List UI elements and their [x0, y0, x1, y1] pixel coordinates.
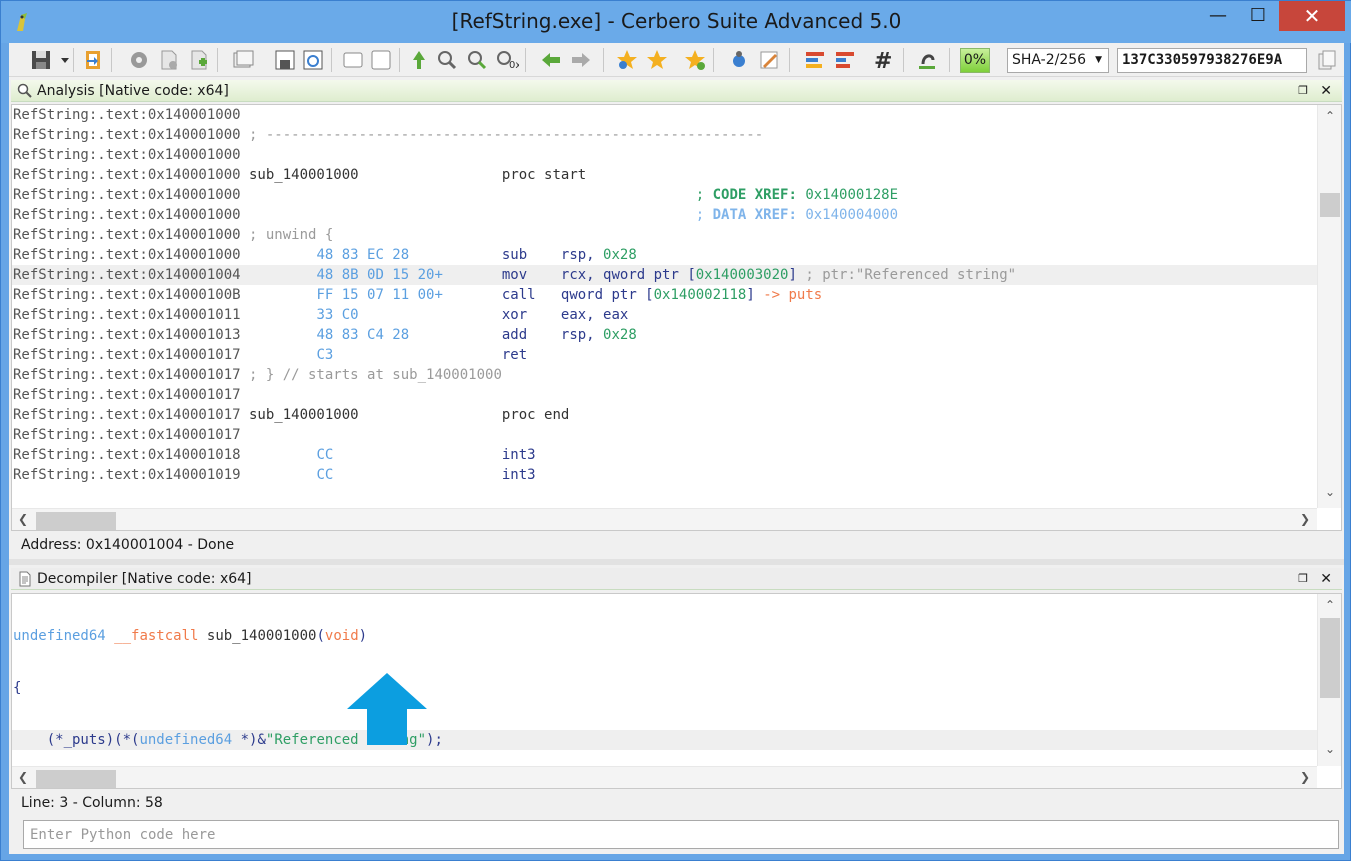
progress-indicator: 0% [960, 48, 990, 73]
disassembly-line[interactable]: RefString:.text:0x140001011 33 C0 xor ea… [12, 305, 1317, 325]
decompiler-panel-title: Decompiler [Native code: x64] [37, 571, 252, 587]
export-icon[interactable] [81, 48, 105, 72]
forward-arrow-icon[interactable] [569, 48, 593, 72]
disassembly-line[interactable]: RefString:.text:0x140001017 C3 ret [12, 345, 1317, 365]
disassembly-line[interactable]: RefString:.text:0x140001013 48 83 C4 28 … [12, 325, 1317, 345]
disassembly-line-current[interactable]: RefString:.text:0x140001004 48 8B 0D 15 … [12, 265, 1317, 285]
disassembly-line[interactable]: RefString:.text:0x140001018 CC int3 [12, 445, 1317, 465]
chart-bars-icon[interactable] [803, 48, 827, 72]
hook-icon[interactable] [915, 48, 939, 72]
hex-search-icon[interactable]: 0x [495, 48, 521, 72]
code-line-current: (*_puts)(*(undefined64 *)&"Referenced st… [12, 730, 1317, 750]
magnifier-icon [17, 83, 32, 98]
disassembly-line[interactable]: RefString:.text:0x140001000 ; CODE XREF:… [12, 185, 1317, 205]
scroll-down-icon[interactable]: ⌄ [1318, 742, 1341, 756]
title-bar[interactable]: [RefString.exe] - Cerbero Suite Advanced… [1, 1, 1351, 43]
save-dropdown-icon[interactable] [53, 48, 69, 72]
main-window: [RefString.exe] - Cerbero Suite Advanced… [0, 0, 1351, 861]
close-panel-icon[interactable]: ✕ [1320, 80, 1332, 102]
disassembly-vscrollbar[interactable]: ⌃ ⌄ [1317, 105, 1341, 508]
disassembly-line[interactable]: RefString:.text:0x140001000 sub_14000100… [12, 165, 1317, 185]
disassembly-listing[interactable]: RefString:.text:0x140001000 RefString:.te… [12, 105, 1317, 485]
close-panel-icon[interactable]: ✕ [1320, 568, 1332, 590]
window-title: [RefString.exe] - Cerbero Suite Advanced… [451, 9, 902, 33]
layout-full-icon[interactable] [369, 48, 393, 72]
analysis-panel-header: Analysis [Native code: x64] ❐ ✕ [11, 80, 1342, 102]
back-arrow-icon[interactable] [539, 48, 563, 72]
copy-icon[interactable] [1315, 48, 1339, 72]
disassembly-hscrollbar[interactable]: ❮ ❯ [12, 508, 1317, 530]
search-icon[interactable] [435, 48, 459, 72]
go-to-icon[interactable] [407, 48, 431, 72]
decompiler-panel-header: Decompiler [Native code: x64] ❐ ✕ [11, 568, 1342, 590]
scroll-up-icon[interactable]: ⌃ [1318, 598, 1341, 612]
scroll-down-icon[interactable]: ⌄ [1318, 485, 1341, 499]
decompiler-status: Line: 3 - Column: 58 [11, 791, 1342, 815]
scroll-thumb[interactable] [36, 770, 116, 788]
disassembly-line[interactable]: RefString:.text:0x14000100B FF 15 07 11 … [12, 285, 1317, 305]
bookmark-next-icon[interactable] [683, 48, 707, 72]
refresh-workspace-icon[interactable] [301, 48, 325, 72]
chevron-down-icon: ▼ [1095, 55, 1102, 65]
bookmark-add-icon[interactable] [615, 48, 639, 72]
disassembly-line[interactable]: RefString:.text:0x140001017 sub_14000100… [12, 405, 1317, 425]
hash-value-field[interactable]: 137C330597938276E9A [1117, 48, 1307, 73]
up-arrow-annotation-icon [347, 673, 427, 745]
decompiler-hscrollbar[interactable]: ❮ ❯ [12, 766, 1317, 788]
toolbar: 0x # 0% SHA-2/256 ▼ 137C330597938276E9A [9, 43, 1344, 77]
scroll-up-icon[interactable]: ⌃ [1318, 109, 1341, 123]
decompiler-vscrollbar[interactable]: ⌃ ⌄ [1317, 594, 1341, 766]
svg-text:#: # [874, 49, 892, 72]
disassembly-line[interactable]: RefString:.text:0x140001000 48 83 EC 28 … [12, 245, 1317, 265]
python-console-input[interactable] [23, 820, 1339, 849]
disassembly-line[interactable]: RefString:.text:0x140001017 [12, 385, 1317, 405]
disassembly-line[interactable]: RefString:.text:0x140001000 ; unwind { [12, 225, 1317, 245]
save-icon[interactable] [29, 48, 53, 72]
hash-algorithm-select[interactable]: SHA-2/256 ▼ [1007, 48, 1109, 73]
scroll-thumb[interactable] [1320, 618, 1340, 698]
scroll-thumb[interactable] [1320, 193, 1340, 217]
close-button[interactable]: ✕ [1279, 1, 1345, 31]
disassembly-line[interactable]: RefString:.text:0x140001019 CC int3 [12, 465, 1317, 485]
analysis-panel-title: Analysis [Native code: x64] [37, 83, 229, 99]
disassembly-line[interactable]: RefString:.text:0x140001017 ; } // start… [12, 365, 1317, 385]
bug-icon[interactable] [727, 48, 751, 72]
new-file-icon[interactable] [157, 48, 181, 72]
scroll-right-icon[interactable]: ❯ [1300, 770, 1310, 784]
disassembly-line[interactable]: RefString:.text:0x140001000 ; ----------… [12, 125, 1317, 145]
minimize-button[interactable]: — [1201, 1, 1235, 31]
disassembly-view[interactable]: RefString:.text:0x140001000 RefString:.te… [11, 104, 1342, 531]
disassembly-line[interactable]: RefString:.text:0x140001000 ; DATA XREF:… [12, 205, 1317, 225]
decompiled-code[interactable]: undefined64 __fastcall sub_140001000(voi… [12, 594, 1317, 788]
restore-panel-icon[interactable]: ❐ [1298, 80, 1308, 102]
disassembly-line[interactable]: RefString:.text:0x140001017 [12, 425, 1317, 445]
analysis-status: Address: 0x140001004 - Done [11, 533, 1342, 557]
scroll-right-icon[interactable]: ❯ [1300, 512, 1310, 526]
settings-gear-icon[interactable] [127, 48, 151, 72]
client-area: 0x # 0% SHA-2/256▼ 137C330597938276E9A [9, 43, 1344, 854]
layout-single-icon[interactable] [341, 48, 365, 72]
code-line: { [13, 680, 22, 696]
chart-bars-alt-icon[interactable] [833, 48, 857, 72]
windows-icon[interactable] [231, 48, 255, 72]
restore-panel-icon[interactable]: ❐ [1298, 568, 1308, 590]
document-icon [19, 571, 31, 587]
scroll-thumb[interactable] [36, 512, 116, 530]
add-file-icon[interactable] [187, 48, 211, 72]
decompiler-view[interactable]: undefined64 __fastcall sub_140001000(voi… [11, 593, 1342, 789]
scroll-left-icon[interactable]: ❮ [18, 770, 28, 784]
disassembly-line[interactable]: RefString:.text:0x140001000 [12, 105, 1317, 125]
bookmark-star-icon[interactable] [645, 48, 669, 72]
hash-icon[interactable]: # [871, 48, 895, 74]
maximize-button[interactable]: ☐ [1241, 1, 1275, 31]
code-line: undefined64 __fastcall sub_140001000(voi… [13, 628, 368, 644]
search-next-icon[interactable] [465, 48, 489, 72]
edit-pencil-icon[interactable] [757, 48, 781, 72]
save-workspace-icon[interactable] [273, 48, 297, 72]
scroll-left-icon[interactable]: ❮ [18, 512, 28, 526]
disassembly-line[interactable]: RefString:.text:0x140001000 [12, 145, 1317, 165]
svg-text:0x: 0x [509, 60, 519, 71]
panel-splitter[interactable] [9, 559, 1344, 565]
